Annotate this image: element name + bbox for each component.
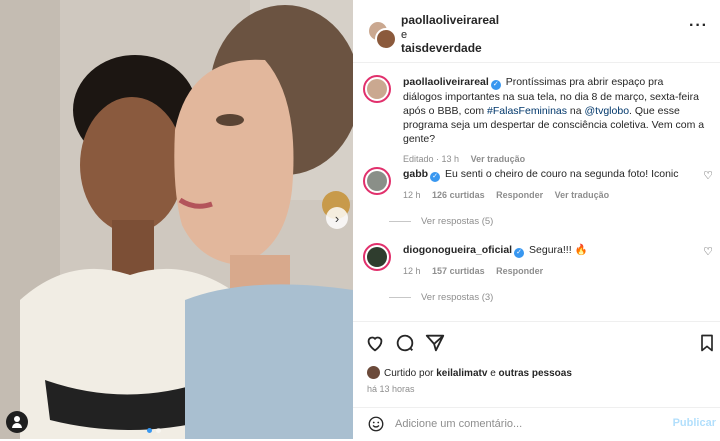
comment-translate-button[interactable]: Ver tradução (555, 190, 610, 200)
likes-others[interactable]: outras pessoas (499, 368, 572, 379)
caption-text-2: na (567, 105, 585, 117)
post-time: há 13 horas (367, 384, 415, 394)
caption-meta: Editado · 13 h Ver tradução (403, 152, 705, 166)
verified-badge-icon: ✓ (430, 172, 441, 182)
comment-meta: 12 h 157 curtidas Responder (403, 264, 705, 278)
comment-like-heart-icon[interactable]: ♡ (703, 245, 713, 258)
share-icon[interactable] (424, 332, 446, 354)
post-photo[interactable]: › (0, 0, 353, 439)
comment-avatar[interactable] (363, 243, 391, 271)
liker-username[interactable]: keilalimatv (436, 368, 487, 379)
emoji-icon[interactable] (367, 415, 385, 433)
comment-likes[interactable]: 157 curtidas (432, 266, 485, 276)
tagged-users-icon[interactable] (6, 411, 28, 433)
liker-avatar (367, 366, 380, 379)
header-username-1[interactable]: paollaoliveirareal (401, 13, 499, 27)
view-replies-button[interactable]: Ver respostas (5) (389, 216, 493, 227)
reply-button[interactable]: Responder (496, 190, 543, 200)
view-replies-button[interactable]: Ver respostas (3) (389, 292, 493, 303)
hashtag-link[interactable]: #FalasFemininas (487, 105, 567, 117)
more-options-icon[interactable]: ··· (689, 17, 708, 35)
post-header: paollaoliveirareal e taisdeverdade ··· (353, 0, 720, 63)
caption-avatar[interactable] (363, 75, 391, 103)
comments-list[interactable]: paollaoliveirareal ✓ Prontíssimas pra abr… (353, 63, 720, 321)
comment-input[interactable] (395, 416, 665, 432)
post-actions: Curtido por keilalimatv e outras pessoas… (353, 321, 720, 440)
comment-time: 12 h (403, 190, 421, 200)
likes-connector: e (490, 368, 496, 379)
comment-avatar[interactable] (363, 167, 391, 195)
mention-link[interactable]: @tvglobo (585, 105, 630, 117)
carousel-dot-active (147, 428, 152, 433)
comment-meta: 12 h 126 curtidas Responder Ver tradução (403, 188, 705, 202)
comment-text: Eu senti o cheiro de couro na segunda fo… (445, 168, 679, 180)
likes-summary[interactable]: Curtido por keilalimatv e outras pessoas (367, 366, 572, 379)
comment-body: gabb ✓ Eu senti o cheiro de couro na segu… (403, 167, 705, 202)
comment-time: 12 h (403, 266, 421, 276)
avatar (375, 28, 397, 50)
header-username-2[interactable]: taisdeverdade (401, 41, 482, 55)
comment-icon[interactable] (394, 332, 416, 354)
post-panel: paollaoliveirareal e taisdeverdade ··· p… (353, 0, 720, 439)
comment-body: diogonogueira_oficial ✓ Segura!!! 🔥 12 h … (403, 243, 705, 278)
caption-body: paollaoliveirareal ✓ Prontíssimas pra abr… (403, 75, 705, 166)
caption-edited: Editado · 13 h (403, 154, 460, 164)
verified-badge-icon: ✓ (514, 248, 525, 258)
like-heart-icon[interactable] (364, 332, 386, 354)
comment-likes[interactable]: 126 curtidas (432, 190, 485, 200)
save-bookmark-icon[interactable] (697, 332, 717, 354)
publish-button[interactable]: Publicar (673, 417, 716, 429)
likes-prefix: Curtido por (384, 368, 434, 379)
comment-username[interactable]: diogonogueira_oficial (403, 244, 512, 256)
comment-composer: Publicar (353, 407, 720, 441)
header-separator: e (401, 29, 408, 41)
comment-text: Segura!!! 🔥 (529, 244, 588, 256)
carousel-dots (147, 428, 161, 433)
collab-avatars[interactable] (367, 20, 397, 50)
carousel-dot (156, 428, 161, 433)
reply-button[interactable]: Responder (496, 266, 543, 276)
caption-username[interactable]: paollaoliveirareal (403, 76, 489, 88)
next-photo-button[interactable]: › (326, 207, 348, 229)
comment-username[interactable]: gabb (403, 168, 428, 180)
post-photo-illustration (0, 0, 353, 439)
caption-translate-button[interactable]: Ver tradução (471, 154, 526, 164)
comment-like-heart-icon[interactable]: ♡ (703, 169, 713, 182)
verified-badge-icon: ✓ (490, 80, 501, 90)
